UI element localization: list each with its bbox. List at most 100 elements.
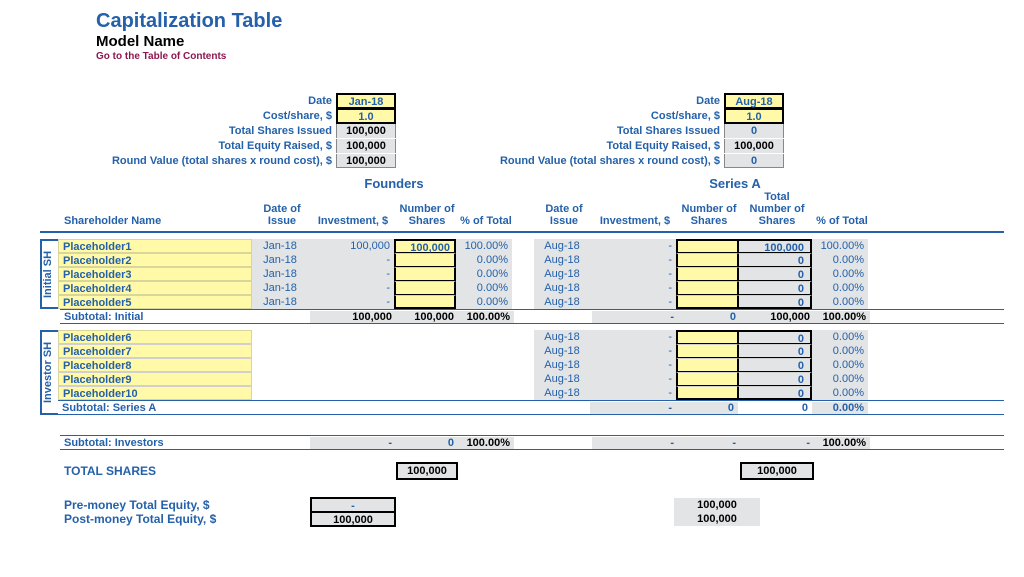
shareholder-name[interactable]: Placeholder8 <box>58 358 252 372</box>
st-sa-ns: 0 <box>676 402 738 414</box>
st-invs-ns-a: - <box>678 437 740 449</box>
cell-doi-a: Aug-18 <box>534 372 590 386</box>
shareholder-name[interactable]: Placeholder2 <box>58 253 252 267</box>
st-sa-pt: 0.00% <box>812 402 868 414</box>
shareholder-name[interactable]: Placeholder7 <box>58 344 252 358</box>
cell-doi: Jan-18 <box>252 267 308 281</box>
st-sa-inv: - <box>590 402 676 414</box>
cell-pt-a: 100.00% <box>812 239 868 253</box>
toc-link[interactable]: Go to the Table of Contents <box>96 51 1004 62</box>
seriesa-date[interactable]: Aug-18 <box>724 93 784 109</box>
st-invs-pt-a: 100.00% <box>814 437 870 449</box>
cell-ns-edit-a[interactable] <box>676 386 738 400</box>
premoney-a: 100,000 <box>674 498 760 512</box>
cell-ns-edit[interactable] <box>394 295 456 309</box>
cell-ns-edit[interactable] <box>394 281 456 295</box>
table-row: Placeholder7 Aug-18 - 0 0.00% <box>58 344 1004 358</box>
label-cost-a: Cost/share, $ <box>454 110 720 122</box>
st-invs-inv-a: - <box>592 437 678 449</box>
seriesa-cost[interactable]: 1.0 <box>724 108 784 124</box>
cell-inv-a: - <box>590 344 676 358</box>
subtotal-initial: Subtotal: Initial 100,000 100,000 100.00… <box>60 309 1004 324</box>
cell-doi: Jan-18 <box>252 253 308 267</box>
investor-section: Investor SH Placeholder6 Aug-18 - 0 0.00… <box>40 330 1004 415</box>
cell-ns-edit[interactable]: 100,000 <box>394 239 456 253</box>
shareholder-name[interactable]: Placeholder1 <box>58 239 252 253</box>
shareholder-name[interactable]: Placeholder9 <box>58 372 252 386</box>
initial-label: Initial SH <box>40 239 58 309</box>
cell-ns-edit-a[interactable] <box>676 253 738 267</box>
label-cost: Cost/share, $ <box>100 110 332 122</box>
cell-inv-a: - <box>590 253 676 267</box>
subtotal-investors-label: Subtotal: Investors <box>60 437 254 449</box>
st-init-inv-a: - <box>592 311 678 323</box>
cell-pt-a: 0.00% <box>812 295 868 309</box>
cell-inv-a: - <box>590 372 676 386</box>
label-rv-a: Round Value (total shares x round cost),… <box>454 155 720 167</box>
cell-ns-edit-a[interactable] <box>676 330 738 344</box>
cell-ns-edit-a[interactable] <box>676 358 738 372</box>
cell-ns-edit-a[interactable] <box>676 295 738 309</box>
founders-ter: 100,000 <box>336 139 396 153</box>
cell-ns-edit[interactable] <box>394 267 456 281</box>
cell-inv: - <box>308 281 394 295</box>
cell-tns: 0 <box>738 281 812 295</box>
cell-ns-edit-a[interactable] <box>676 344 738 358</box>
cell-tns: 0 <box>738 253 812 267</box>
cell-tns: 0 <box>738 372 812 386</box>
round-summary: DateJan-18 Cost/share, $1.0 Total Shares… <box>40 94 1004 168</box>
th-shname: Shareholder Name <box>60 213 254 231</box>
cell-doi-a: Aug-18 <box>534 253 590 267</box>
cell-ns-edit-a[interactable] <box>676 372 738 386</box>
cell-inv-a: - <box>590 295 676 309</box>
st-init-tns-a: 100,000 <box>740 311 814 323</box>
cell-doi-a: Aug-18 <box>534 344 590 358</box>
cell-inv-a: - <box>590 358 676 372</box>
st-invs-inv-f: - <box>310 437 396 449</box>
th-ns-f: Number of Shares <box>396 201 458 231</box>
th-pt-f: % of Total <box>458 213 514 231</box>
shareholder-name[interactable]: Placeholder5 <box>58 295 252 309</box>
cell-doi-a: Aug-18 <box>534 239 590 253</box>
label-tsi-a: Total Shares Issued <box>454 125 720 137</box>
shareholder-name[interactable]: Placeholder6 <box>58 330 252 344</box>
cell-doi-a: Aug-18 <box>534 281 590 295</box>
cell-ns-edit-a[interactable] <box>676 239 738 253</box>
founders-title: Founders <box>254 176 534 191</box>
cell-tns: 0 <box>738 330 812 344</box>
table-row: Placeholder3 Jan-18 - 0.00% Aug-18 - 0 0… <box>58 267 1004 281</box>
cell-pt-a: 0.00% <box>812 386 868 400</box>
seriesa-tsi: 0 <box>724 124 784 138</box>
th-inv-a: Investment, $ <box>592 213 678 231</box>
cell-ns-edit[interactable] <box>394 253 456 267</box>
premoney-label: Pre-money Total Equity, $ <box>60 498 274 512</box>
subtotal-initial-label: Subtotal: Initial <box>60 311 254 323</box>
th-ns-a: Number of Shares <box>678 201 740 231</box>
subtotal-seriesa-label: Subtotal: Series A <box>58 402 252 414</box>
cell-pt: 0.00% <box>456 267 512 281</box>
founders-date[interactable]: Jan-18 <box>336 93 396 109</box>
subtotal-investors: Subtotal: Investors - 0 100.00% - - - 10… <box>60 435 1004 450</box>
cell-doi-a: Aug-18 <box>534 358 590 372</box>
shareholder-name[interactable]: Placeholder3 <box>58 267 252 281</box>
th-pt-a: % of Total <box>814 213 870 231</box>
cell-inv: - <box>308 295 394 309</box>
st-init-inv-f: 100,000 <box>310 311 396 323</box>
cell-inv-a: - <box>590 330 676 344</box>
cell-pt-a: 0.00% <box>812 358 868 372</box>
shareholder-name[interactable]: Placeholder4 <box>58 281 252 295</box>
cell-doi-a: Aug-18 <box>534 330 590 344</box>
cell-ns-edit-a[interactable] <box>676 281 738 295</box>
cell-tns: 0 <box>738 358 812 372</box>
table-row: Placeholder6 Aug-18 - 0 0.00% <box>58 330 1004 344</box>
cell-doi: Jan-18 <box>252 281 308 295</box>
shareholder-name[interactable]: Placeholder10 <box>58 386 252 400</box>
cell-inv-a: - <box>590 239 676 253</box>
founders-cost[interactable]: 1.0 <box>336 108 396 124</box>
cell-tns: 0 <box>738 267 812 281</box>
st-init-ns-f: 100,000 <box>396 311 458 323</box>
cell-pt: 0.00% <box>456 253 512 267</box>
founders-rv: 100,000 <box>336 154 396 168</box>
cell-ns-edit-a[interactable] <box>676 267 738 281</box>
label-rv: Round Value (total shares x round cost),… <box>100 155 332 167</box>
